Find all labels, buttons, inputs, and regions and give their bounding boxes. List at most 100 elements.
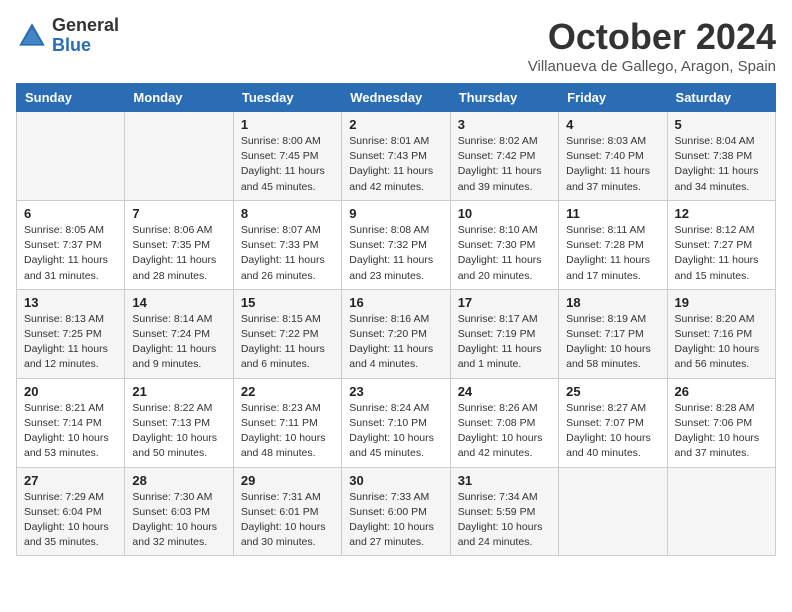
day-cell <box>125 112 233 201</box>
day-cell: 22 Sunrise: 8:23 AM Sunset: 7:11 PM Dayli… <box>233 378 341 467</box>
day-number: 4 <box>566 117 659 132</box>
day-info: Sunrise: 8:05 AM Sunset: 7:37 PM Dayligh… <box>24 223 117 284</box>
month-title: October 2024 <box>528 16 776 58</box>
calendar-table: SundayMondayTuesdayWednesdayThursdayFrid… <box>16 83 776 556</box>
day-cell: 5 Sunrise: 8:04 AM Sunset: 7:38 PM Daylig… <box>667 112 775 201</box>
day-info: Sunrise: 8:22 AM Sunset: 7:13 PM Dayligh… <box>132 401 225 462</box>
calendar-header: SundayMondayTuesdayWednesdayThursdayFrid… <box>17 84 776 112</box>
day-cell: 13Sunrise: 8:13 AM Sunset: 7:25 PM Dayli… <box>17 289 125 378</box>
day-number: 11 <box>566 206 659 221</box>
day-info: Sunrise: 7:34 AM Sunset: 5:59 PM Dayligh… <box>458 490 551 551</box>
day-cell: 31 Sunrise: 7:34 AM Sunset: 5:59 PM Dayli… <box>450 467 558 556</box>
day-info: Sunrise: 8:00 AM Sunset: 7:45 PM Dayligh… <box>241 134 334 195</box>
logo-text: General Blue <box>52 16 119 56</box>
day-number: 23 <box>349 384 442 399</box>
day-info: Sunrise: 8:14 AM Sunset: 7:24 PM Dayligh… <box>132 312 225 373</box>
day-info: Sunrise: 8:11 AM Sunset: 7:28 PM Dayligh… <box>566 223 659 284</box>
header-row: SundayMondayTuesdayWednesdayThursdayFrid… <box>17 84 776 112</box>
day-info: Sunrise: 7:31 AM Sunset: 6:01 PM Dayligh… <box>241 490 334 551</box>
day-number: 19 <box>675 295 768 310</box>
day-cell: 17 Sunrise: 8:17 AM Sunset: 7:19 PM Dayli… <box>450 289 558 378</box>
day-info: Sunrise: 7:30 AM Sunset: 6:03 PM Dayligh… <box>132 490 225 551</box>
day-cell: 25Sunrise: 8:27 AM Sunset: 7:07 PM Dayli… <box>559 378 667 467</box>
header-day-tuesday: Tuesday <box>233 84 341 112</box>
day-cell: 15 Sunrise: 8:15 AM Sunset: 7:22 PM Dayli… <box>233 289 341 378</box>
day-cell: 1 Sunrise: 8:00 AM Sunset: 7:45 PM Daylig… <box>233 112 341 201</box>
header-day-friday: Friday <box>559 84 667 112</box>
day-info: Sunrise: 7:29 AM Sunset: 6:04 PM Dayligh… <box>24 490 117 551</box>
page-header: General Blue October 2024 Villanueva de … <box>16 16 776 75</box>
day-number: 29 <box>241 473 334 488</box>
day-cell: 19Sunrise: 8:20 AM Sunset: 7:16 PM Dayli… <box>667 289 775 378</box>
header-day-saturday: Saturday <box>667 84 775 112</box>
day-number: 15 <box>241 295 334 310</box>
day-cell: 27 Sunrise: 7:29 AM Sunset: 6:04 PM Dayli… <box>17 467 125 556</box>
day-cell: 4 Sunrise: 8:03 AM Sunset: 7:40 PM Daylig… <box>559 112 667 201</box>
day-number: 26 <box>675 384 768 399</box>
day-info: Sunrise: 8:04 AM Sunset: 7:38 PM Dayligh… <box>675 134 768 195</box>
day-cell: 29 Sunrise: 7:31 AM Sunset: 6:01 PM Dayli… <box>233 467 341 556</box>
day-number: 10 <box>458 206 551 221</box>
day-number: 31 <box>458 473 551 488</box>
day-number: 18 <box>566 295 659 310</box>
day-number: 12 <box>675 206 768 221</box>
day-cell <box>17 112 125 201</box>
day-cell: 2Sunrise: 8:01 AM Sunset: 7:43 PM Daylig… <box>342 112 450 201</box>
location: Villanueva de Gallego, Aragon, Spain <box>528 58 776 75</box>
day-info: Sunrise: 8:28 AM Sunset: 7:06 PM Dayligh… <box>675 401 768 462</box>
day-info: Sunrise: 8:12 AM Sunset: 7:27 PM Dayligh… <box>675 223 768 284</box>
day-cell: 16 Sunrise: 8:16 AM Sunset: 7:20 PM Dayli… <box>342 289 450 378</box>
day-number: 16 <box>349 295 442 310</box>
day-number: 14 <box>132 295 225 310</box>
day-cell: 8Sunrise: 8:07 AM Sunset: 7:33 PM Daylig… <box>233 200 341 289</box>
day-cell: 20 Sunrise: 8:21 AM Sunset: 7:14 PM Dayli… <box>17 378 125 467</box>
week-row-4: 20 Sunrise: 8:21 AM Sunset: 7:14 PM Dayli… <box>17 378 776 467</box>
day-info: Sunrise: 8:07 AM Sunset: 7:33 PM Dayligh… <box>241 223 334 284</box>
day-cell: 7 Sunrise: 8:06 AM Sunset: 7:35 PM Daylig… <box>125 200 233 289</box>
day-cell: 3 Sunrise: 8:02 AM Sunset: 7:42 PM Daylig… <box>450 112 558 201</box>
day-info: Sunrise: 8:16 AM Sunset: 7:20 PM Dayligh… <box>349 312 442 373</box>
day-info: Sunrise: 8:08 AM Sunset: 7:32 PM Dayligh… <box>349 223 442 284</box>
day-number: 20 <box>24 384 117 399</box>
header-day-wednesday: Wednesday <box>342 84 450 112</box>
day-info: Sunrise: 8:02 AM Sunset: 7:42 PM Dayligh… <box>458 134 551 195</box>
day-cell: 12 Sunrise: 8:12 AM Sunset: 7:27 PM Dayli… <box>667 200 775 289</box>
day-info: Sunrise: 8:23 AM Sunset: 7:11 PM Dayligh… <box>241 401 334 462</box>
day-number: 27 <box>24 473 117 488</box>
day-cell: 14 Sunrise: 8:14 AM Sunset: 7:24 PM Dayli… <box>125 289 233 378</box>
calendar-body: 1 Sunrise: 8:00 AM Sunset: 7:45 PM Daylig… <box>17 112 776 556</box>
day-cell: 24Sunrise: 8:26 AM Sunset: 7:08 PM Dayli… <box>450 378 558 467</box>
header-day-sunday: Sunday <box>17 84 125 112</box>
day-cell: 26 Sunrise: 8:28 AM Sunset: 7:06 PM Dayli… <box>667 378 775 467</box>
day-cell <box>667 467 775 556</box>
day-number: 1 <box>241 117 334 132</box>
day-number: 3 <box>458 117 551 132</box>
day-cell: 30Sunrise: 7:33 AM Sunset: 6:00 PM Dayli… <box>342 467 450 556</box>
day-number: 13 <box>24 295 117 310</box>
logo-blue: Blue <box>52 35 91 55</box>
day-info: Sunrise: 8:21 AM Sunset: 7:14 PM Dayligh… <box>24 401 117 462</box>
logo-icon <box>16 20 48 52</box>
day-number: 25 <box>566 384 659 399</box>
week-row-5: 27 Sunrise: 7:29 AM Sunset: 6:04 PM Dayli… <box>17 467 776 556</box>
header-day-monday: Monday <box>125 84 233 112</box>
day-number: 22 <box>241 384 334 399</box>
day-number: 21 <box>132 384 225 399</box>
logo: General Blue <box>16 16 119 56</box>
day-info: Sunrise: 8:03 AM Sunset: 7:40 PM Dayligh… <box>566 134 659 195</box>
day-info: Sunrise: 8:01 AM Sunset: 7:43 PM Dayligh… <box>349 134 442 195</box>
day-info: Sunrise: 7:33 AM Sunset: 6:00 PM Dayligh… <box>349 490 442 551</box>
logo-general: General <box>52 15 119 35</box>
day-number: 5 <box>675 117 768 132</box>
day-info: Sunrise: 8:10 AM Sunset: 7:30 PM Dayligh… <box>458 223 551 284</box>
day-info: Sunrise: 8:17 AM Sunset: 7:19 PM Dayligh… <box>458 312 551 373</box>
day-cell: 18Sunrise: 8:19 AM Sunset: 7:17 PM Dayli… <box>559 289 667 378</box>
week-row-1: 1 Sunrise: 8:00 AM Sunset: 7:45 PM Daylig… <box>17 112 776 201</box>
day-info: Sunrise: 8:15 AM Sunset: 7:22 PM Dayligh… <box>241 312 334 373</box>
week-row-2: 6 Sunrise: 8:05 AM Sunset: 7:37 PM Daylig… <box>17 200 776 289</box>
day-cell: 11 Sunrise: 8:11 AM Sunset: 7:28 PM Dayli… <box>559 200 667 289</box>
day-number: 7 <box>132 206 225 221</box>
day-number: 6 <box>24 206 117 221</box>
day-number: 17 <box>458 295 551 310</box>
day-info: Sunrise: 8:06 AM Sunset: 7:35 PM Dayligh… <box>132 223 225 284</box>
